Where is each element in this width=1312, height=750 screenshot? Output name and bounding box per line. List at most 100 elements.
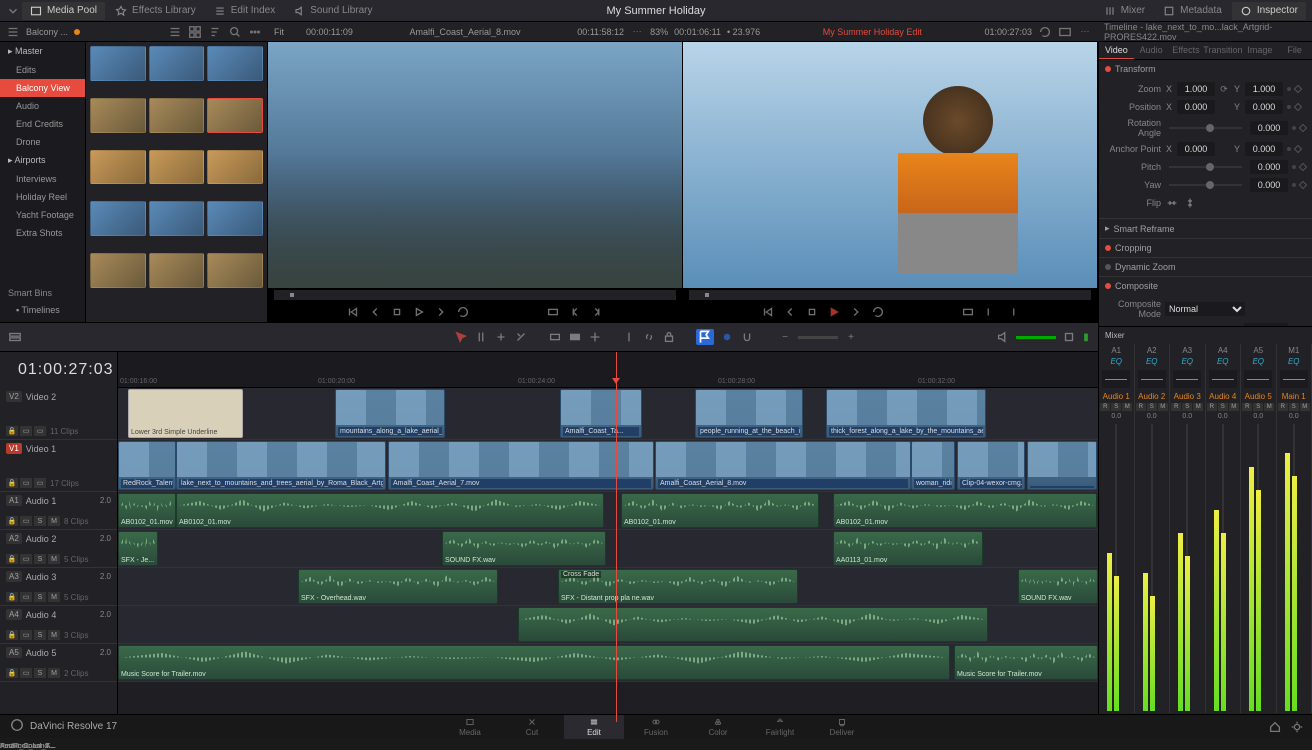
clip[interactable] xyxy=(518,607,988,642)
enable-btn[interactable]: ▭ xyxy=(34,426,46,436)
page-tab-edit[interactable]: Edit xyxy=(564,715,624,739)
search-icon[interactable] xyxy=(228,25,242,39)
more-icon[interactable]: ⋯ xyxy=(1078,25,1092,39)
media-thumb[interactable] xyxy=(207,46,263,81)
menu-inspector[interactable]: Inspector xyxy=(1232,2,1306,20)
strip-r-btn[interactable]: R xyxy=(1207,403,1217,411)
source-viewer-image[interactable] xyxy=(268,42,682,288)
clip[interactable]: AB0102_01.mov xyxy=(176,493,604,528)
loop-icon[interactable] xyxy=(1038,25,1052,39)
reset-icon[interactable] xyxy=(1292,126,1296,130)
flip-h-icon[interactable] xyxy=(1165,196,1179,210)
source-clip-name[interactable]: Amalfi_Coast_Aerial_8.mov xyxy=(410,27,521,37)
page-tab-media[interactable]: Media xyxy=(440,715,500,739)
clip[interactable]: people_running_at_the_beach_in_brig... xyxy=(695,389,803,438)
keyframe-icon[interactable] xyxy=(1299,124,1307,132)
tl-loop-icon[interactable] xyxy=(871,305,885,319)
rotation-slider[interactable] xyxy=(1169,127,1242,129)
reset-icon[interactable] xyxy=(1287,87,1291,91)
src-prev-icon[interactable] xyxy=(368,305,382,319)
zoom-y-input[interactable] xyxy=(1245,82,1283,96)
src-match-icon[interactable] xyxy=(546,305,560,319)
menu-metadata[interactable]: Metadata xyxy=(1155,2,1230,20)
insp-smart-reframe[interactable]: ▸Smart Reframe xyxy=(1099,219,1312,238)
keyframe-icon[interactable] xyxy=(1299,163,1307,171)
mute-btn[interactable]: M xyxy=(48,516,60,526)
media-thumb[interactable] xyxy=(149,253,205,288)
view-thumb-icon[interactable] xyxy=(188,25,202,39)
view-mode-icon[interactable] xyxy=(1058,25,1072,39)
clip[interactable]: thick_forest_along_a_lake_by_the_mountai… xyxy=(826,389,986,438)
track-header-v2[interactable]: V2Video 2 🔒▭▭11 Clips xyxy=(0,388,117,440)
menu-edit-index[interactable]: Edit Index xyxy=(206,2,283,20)
enable-btn[interactable]: ▭ xyxy=(20,592,32,602)
clip[interactable]: Clip-04-wexor-cmg... xyxy=(957,441,1025,490)
insp-cropping[interactable]: Cropping xyxy=(1099,239,1312,257)
strip-r-btn[interactable]: R xyxy=(1136,403,1146,411)
insert-icon[interactable] xyxy=(548,330,562,344)
track-lane-a3[interactable]: SFX - Overhead.wavSFX - Distant prop pla… xyxy=(118,568,1098,606)
bin-master[interactable]: ▸ Master xyxy=(0,42,85,61)
strip-m-btn[interactable]: M xyxy=(1300,403,1310,411)
dim-icon[interactable] xyxy=(1062,330,1076,344)
clip[interactable]: SFX - Overhead.wav xyxy=(298,569,498,604)
replace-icon[interactable] xyxy=(588,330,602,344)
media-thumb[interactable] xyxy=(207,201,263,236)
mixer-strip-a1[interactable]: A1 EQ Audio 1 RSM 0.0 xyxy=(1099,344,1135,713)
strip-r-btn[interactable]: R xyxy=(1100,403,1110,411)
track-lane-v1[interactable]: RedRock_Talent_3...lake_next_to_mountain… xyxy=(118,440,1098,492)
track-lane-a1[interactable]: AB0102_01.movAB0102_01.movAB0102_01.movA… xyxy=(118,492,1098,530)
keyframe-icon[interactable] xyxy=(1294,145,1302,153)
bin-item[interactable]: Holiday Reel xyxy=(0,188,85,206)
source-scrubber[interactable] xyxy=(274,290,676,300)
page-tab-fairlight[interactable]: Fairlight xyxy=(750,715,810,739)
track-lane-a4[interactable] xyxy=(118,606,1098,644)
pitch-input[interactable] xyxy=(1250,160,1288,174)
insp-composite[interactable]: Composite xyxy=(1099,277,1312,295)
pos-x-input[interactable] xyxy=(1177,100,1215,114)
view-list-icon[interactable] xyxy=(168,25,182,39)
bin-item[interactable]: End Credits xyxy=(0,115,85,133)
marker-tool-icon[interactable] xyxy=(720,330,734,344)
mixer-strip-a4[interactable]: A4 EQ Audio 4 RSM 0.0 xyxy=(1206,344,1242,713)
page-tab-cut[interactable]: Cut xyxy=(502,715,562,739)
clip[interactable]: AB0102_01.mov xyxy=(833,493,1097,528)
clip[interactable]: Amalfi_Coast_Ta... xyxy=(560,389,642,438)
link-icon[interactable]: ⟳ xyxy=(1219,82,1229,96)
enable-btn[interactable]: ▭ xyxy=(20,630,32,640)
mute-btn[interactable]: M xyxy=(48,668,60,678)
mixer-strip-m1[interactable]: M1 EQ Main 1 RSM 0.0 xyxy=(1277,344,1312,713)
flip-v-icon[interactable] xyxy=(1183,196,1197,210)
clip[interactable]: Music Score for Trailer.mov xyxy=(954,645,1098,680)
tl-next-icon[interactable] xyxy=(849,305,863,319)
strip-m-btn[interactable]: M xyxy=(1193,403,1203,411)
src-next-icon[interactable] xyxy=(434,305,448,319)
media-thumb[interactable] xyxy=(149,150,205,185)
home-icon[interactable] xyxy=(1268,720,1282,734)
clip[interactable]: SOUND FX.wav xyxy=(442,531,606,566)
zoom-x-input[interactable] xyxy=(1177,82,1215,96)
overwrite-icon[interactable] xyxy=(568,330,582,344)
volume-slider[interactable] xyxy=(1016,336,1056,339)
clip[interactable]: AB0102_01.mov xyxy=(621,493,819,528)
keyframe-icon[interactable] xyxy=(1294,103,1302,111)
rotation-input[interactable] xyxy=(1250,121,1288,135)
track-lane-a2[interactable]: SFX - Je...SOUND FX.wavAA0113_01.mov xyxy=(118,530,1098,568)
menu-media-pool[interactable]: Media Pool xyxy=(22,2,105,20)
arrow-tool-icon[interactable] xyxy=(454,330,468,344)
media-thumb[interactable] xyxy=(207,253,263,288)
clip[interactable]: Music Score for Trailer.mov xyxy=(118,645,950,680)
mute-btn[interactable]: M xyxy=(48,554,60,564)
insp-transform-header[interactable]: Transform xyxy=(1099,60,1312,78)
solo-btn[interactable]: S xyxy=(34,516,46,526)
fit-dropdown[interactable]: Fit xyxy=(274,27,284,37)
track-header-a4[interactable]: A4Audio 42.0 🔒▭SM3 Clips xyxy=(0,606,117,644)
timeline-name[interactable]: My Summer Holiday Edit xyxy=(823,27,922,37)
strip-s-btn[interactable]: S xyxy=(1253,403,1263,411)
clip[interactable]: woman_ridi... xyxy=(911,441,955,490)
flag-tool-icon[interactable] xyxy=(696,329,714,345)
snap-icon[interactable] xyxy=(740,330,754,344)
bin-item[interactable]: Edits xyxy=(0,61,85,79)
lock-btn[interactable]: 🔒 xyxy=(6,478,18,488)
media-thumb[interactable] xyxy=(90,150,146,185)
